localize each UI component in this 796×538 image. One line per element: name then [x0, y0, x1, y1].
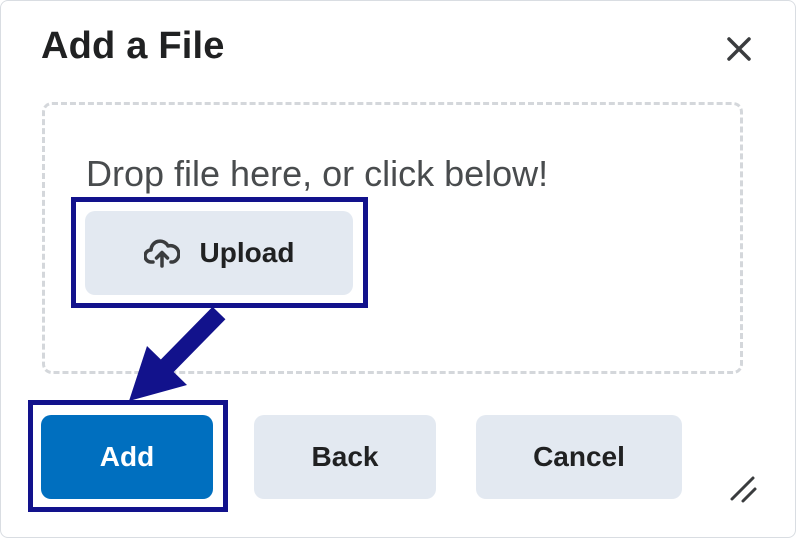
add-button[interactable]: Add — [41, 415, 213, 499]
cloud-upload-icon — [143, 239, 180, 268]
back-button[interactable]: Back — [254, 415, 436, 499]
close-button[interactable] — [719, 29, 759, 69]
dialog-title: Add a File — [41, 25, 225, 67]
cancel-button[interactable]: Cancel — [476, 415, 682, 499]
upload-button[interactable]: Upload — [85, 211, 353, 295]
resize-handle-icon[interactable] — [729, 475, 759, 505]
close-icon — [727, 37, 751, 61]
upload-button-label: Upload — [199, 237, 295, 268]
drop-prompt: Drop file here, or click below! — [86, 153, 549, 194]
add-file-dialog: Add a File Drop file here, or click belo… — [0, 0, 796, 538]
